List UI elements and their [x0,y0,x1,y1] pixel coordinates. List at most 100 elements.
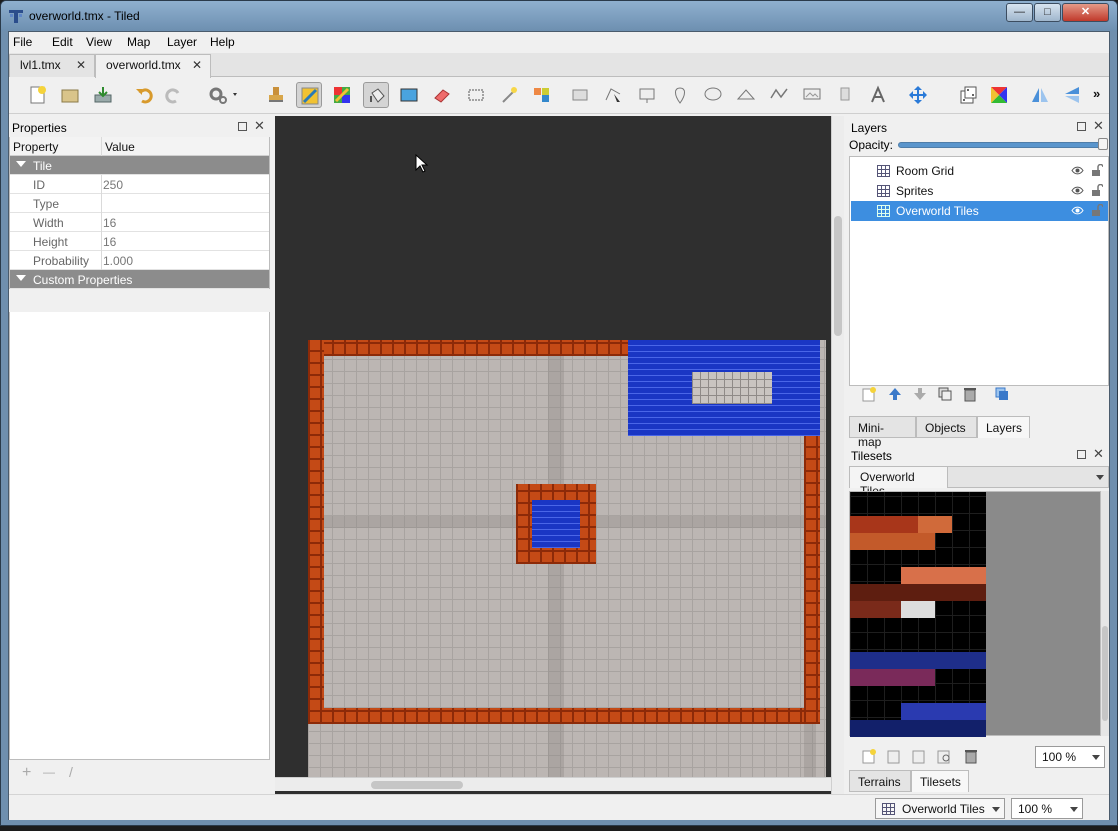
tile[interactable] [850,601,901,618]
tile[interactable] [901,567,986,584]
delete-tileset-icon[interactable] [963,748,979,764]
tile[interactable] [850,652,986,669]
tab-mini-map[interactable]: Mini-map [849,416,916,449]
tab-objects[interactable]: Objects [916,416,977,438]
tab-terrains[interactable]: Terrains [849,770,911,792]
show-hide-other-layers-icon[interactable] [994,386,1010,402]
tile[interactable] [850,533,935,550]
opacity-slider-handle[interactable] [1098,138,1108,150]
insert-template-button[interactable] [832,82,858,108]
duplicate-layer-icon[interactable] [937,386,953,402]
visibility-eye-icon[interactable] [1071,185,1084,196]
tileset-scrollbar[interactable] [1101,491,1109,736]
tile[interactable] [850,584,986,601]
remove-property-button[interactable]: — [43,765,55,779]
new-layer-icon[interactable] [861,386,877,402]
insert-point-button[interactable] [667,82,693,108]
edit-polygons-button[interactable] [600,82,626,108]
map-horizontal-scrollbar[interactable] [275,777,831,791]
collapse-icon[interactable] [16,275,26,281]
menu-help[interactable]: Help [210,35,235,49]
tile-map[interactable] [308,340,826,780]
visibility-eye-icon[interactable] [1071,165,1084,176]
open-file-button[interactable] [57,82,83,108]
table-row[interactable]: Width 16 [10,213,269,232]
insert-polygon-button[interactable] [733,82,759,108]
export-tileset-icon[interactable] [911,748,927,764]
menu-file[interactable]: File [13,35,32,49]
lock-icon[interactable] [1091,204,1103,217]
insert-ellipse-button[interactable] [700,82,726,108]
flip-horizontal-button[interactable] [1027,82,1053,108]
visibility-eye-icon[interactable] [1071,205,1084,216]
layer-row-room-grid[interactable]: Room Grid [851,161,1108,181]
tile[interactable] [918,516,952,533]
float-panel-icon[interactable] [1077,122,1086,131]
tile[interactable] [850,669,935,686]
current-layer-select[interactable]: Overworld Tiles [875,798,1005,819]
scroll-thumb[interactable] [1102,626,1108,721]
tile[interactable] [901,703,986,720]
close-panel-icon[interactable]: ✕ [1093,119,1104,132]
add-property-button[interactable]: + [22,764,31,782]
menu-edit[interactable]: Edit [52,35,73,49]
lower-layer-icon[interactable] [912,386,928,402]
chevron-down-icon[interactable] [1096,475,1104,480]
close-panel-icon[interactable]: ✕ [254,119,265,132]
new-file-button[interactable] [25,82,51,108]
tile[interactable] [901,601,935,618]
collapse-icon[interactable] [16,161,26,167]
tab-tilesets[interactable]: Tilesets [911,770,969,792]
menu-view[interactable]: View [86,35,112,49]
tile[interactable] [850,720,986,737]
select-objects-button[interactable] [567,82,593,108]
tileset-view[interactable] [849,491,1101,737]
map-canvas[interactable] [275,116,843,796]
rename-property-button[interactable]: / [69,764,73,780]
layer-row-overworld-tiles[interactable]: Overworld Tiles [851,201,1108,221]
insert-rectangle-button[interactable] [634,82,660,108]
rect-select-button[interactable] [463,82,489,108]
tab-lvl1[interactable]: lvl1.tmx ✕ [9,54,95,77]
close-button[interactable]: ✕ [1062,3,1109,22]
magic-wand-button[interactable] [496,82,522,108]
tab-overworld[interactable]: overworld.tmx ✕ [95,54,211,78]
wang-fill-button[interactable] [986,82,1012,108]
delete-layer-icon[interactable] [962,386,978,402]
float-panel-icon[interactable] [238,122,247,131]
save-button[interactable] [90,82,116,108]
tab-layers[interactable]: Layers [977,416,1030,438]
stamp-brush-button[interactable] [263,82,289,108]
close-panel-icon[interactable]: ✕ [1093,447,1104,460]
flip-vertical-button[interactable] [1059,82,1085,108]
layer-row-sprites[interactable]: Sprites [851,181,1108,201]
tile[interactable] [850,516,918,533]
shape-fill-button[interactable] [396,82,422,108]
close-tab-icon[interactable]: ✕ [76,55,86,76]
redo-button[interactable] [161,82,187,108]
float-panel-icon[interactable] [1077,450,1086,459]
table-row[interactable]: Probability 1.000 [10,251,269,270]
random-mode-button[interactable] [955,82,981,108]
close-tab-icon[interactable]: ✕ [192,55,202,76]
menu-map[interactable]: Map [127,35,150,49]
insert-tile-button[interactable] [799,82,825,108]
raise-layer-icon[interactable] [887,386,903,402]
scroll-thumb[interactable] [834,216,842,336]
select-same-tile-button[interactable] [529,82,555,108]
insert-polyline-button[interactable] [766,82,792,108]
title-bar[interactable]: overworld.tmx - Tiled — □ ✕ [1,1,1117,31]
opacity-slider[interactable] [898,142,1104,148]
new-tileset-icon[interactable] [861,748,877,764]
table-row[interactable]: Type [10,194,269,213]
commands-button[interactable] [205,82,243,108]
terrain-brush-button[interactable] [296,82,322,108]
eraser-button[interactable] [429,82,455,108]
bucket-fill-button[interactable] [363,82,389,108]
menu-layer[interactable]: Layer [167,35,197,49]
group-tile[interactable]: Tile [10,156,269,175]
tileset-properties-icon[interactable] [936,748,952,764]
toolbar-overflow-button[interactable]: » [1093,86,1100,101]
minimize-button[interactable]: — [1006,3,1033,22]
map-vertical-scrollbar[interactable] [831,116,844,796]
